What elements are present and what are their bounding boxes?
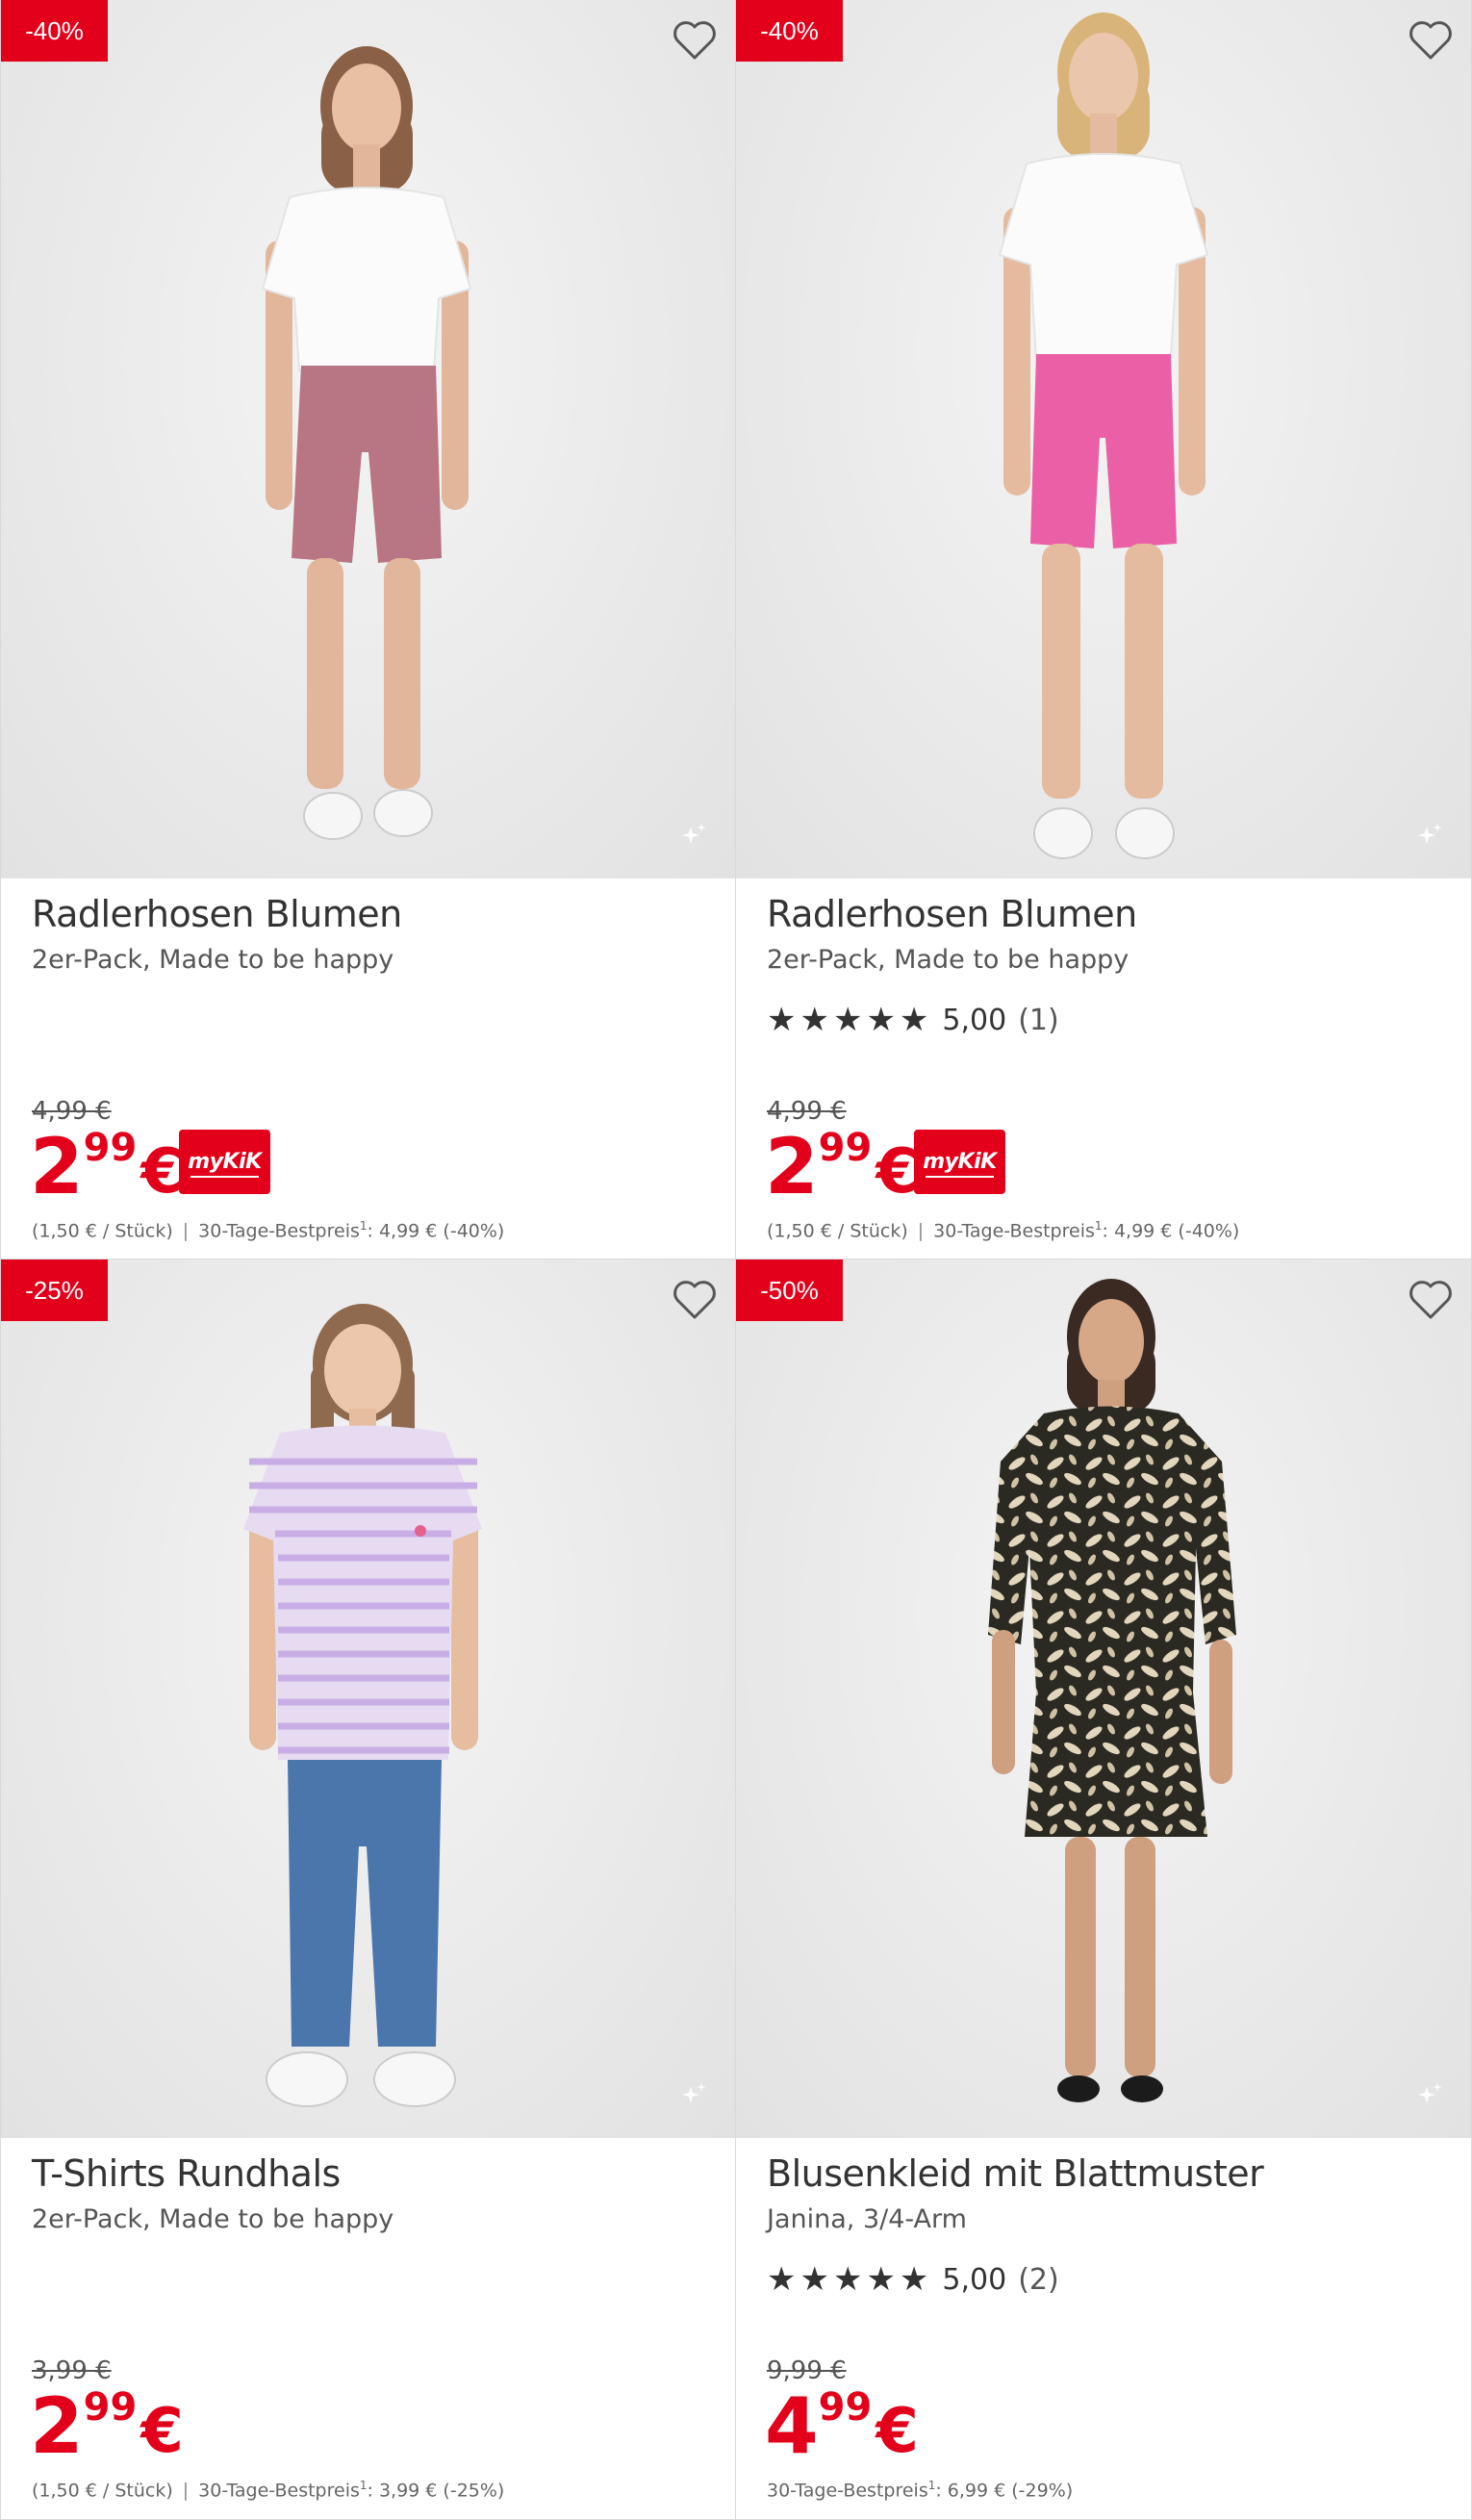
footnote-marker: 1 [359,2479,368,2492]
price-currency: € [876,2396,919,2467]
price-decimal: 99 [83,2385,138,2430]
product-subtitle: 2er-Pack, Made to be happy [767,945,1129,975]
footnote-marker: 1 [1094,1219,1103,1233]
discount-badge: -40% [1,0,108,62]
price-integer: 2 [765,1122,819,1211]
current-price: 2 99 € [30,2383,184,2470]
mykik-label: myKiK [923,1150,997,1174]
product-card[interactable]: -40% Radlerhosen Blumen 2er-Pack, Made t… [736,0,1472,1260]
current-price: 4 99 € [765,2383,919,2470]
best-price-value: : 3,99 € (-25%) [367,2480,505,2502]
heart-outline-icon[interactable] [672,19,718,62]
product-grid: -40% Radlerhosen Blumen 2er-Pack, Made t… [0,0,1472,2520]
price-currency: € [876,1136,919,1208]
product-image[interactable]: -40% [1,0,735,878]
best-price-label: 30-Tage-Bestpreis [198,1220,360,1242]
shorts [1030,354,1177,548]
product-card[interactable]: -25% T-Shirts Rundhals 2er-Pack, Made to… [0,1260,736,2520]
product-subtitle: 2er-Pack, Made to be happy [32,945,394,975]
price-decimal: 99 [818,1126,873,1170]
product-subtitle: Janina, 3/4-Arm [767,2204,967,2234]
sparkle-icon [1418,2082,1442,2103]
heart-outline-icon[interactable] [1408,1279,1454,1321]
current-price: 2 99 € [30,1124,184,1210]
product-rating[interactable]: ★★★★★ 5,00 (1) [767,1001,1059,1039]
sparkle-icon [1418,823,1442,844]
heart-outline-icon[interactable] [1408,19,1454,62]
best-price-label: 30-Tage-Bestpreis [198,2480,360,2502]
rating-count: (2) [1018,2262,1059,2297]
price-details: (1,50 € / Stück) | 30-Tage-Bestpreis1: 3,9… [32,2479,505,2502]
product-title[interactable]: Radlerhosen Blumen [767,893,1448,935]
discount-badge: -25% [1,1260,108,1321]
mykik-badge: myKiK [179,1130,270,1194]
unit-price: (1,50 € / Stück) [767,1220,908,1242]
unit-price: (1,50 € / Stück) [32,1220,173,1242]
discount-badge: -40% [736,0,843,62]
product-title[interactable]: Blusenkleid mit Blattmuster [767,2152,1448,2195]
product-card[interactable]: -40% Radlerhosen Blumen 2er-Pack, Made t… [0,0,736,1260]
sparkle-icon [682,823,706,844]
best-price-value: : 4,99 € (-40%) [367,1220,505,1242]
product-image[interactable]: -50% [736,1260,1471,2138]
product-card[interactable]: -50% Blusenkleid mit Blattmuster Janina,… [736,1260,1472,2520]
product-image[interactable]: -25% [1,1260,735,2138]
best-price-label: 30-Tage-Bestpreis [933,1220,1095,1242]
shorts [292,366,442,563]
product-subtitle: 2er-Pack, Made to be happy [32,2204,394,2234]
star-rating-icon: ★★★★★ [767,1001,933,1039]
best-price-value: : 6,99 € (-29%) [935,2480,1074,2502]
rating-value: 5,00 [942,1003,1007,1037]
price-decimal: 99 [818,2385,873,2430]
price-decimal: 99 [83,1126,138,1170]
product-title[interactable]: Radlerhosen Blumen [32,893,712,935]
rating-value: 5,00 [942,2262,1007,2297]
price-integer: 4 [765,2381,819,2471]
current-price: 2 99 € [765,1124,919,1210]
sparkle-icon [682,2082,706,2103]
product-image[interactable]: -40% [736,0,1471,878]
mykik-badge: myKiK [914,1130,1005,1194]
discount-badge: -50% [736,1260,843,1321]
price-integer: 2 [30,1122,84,1211]
heart-outline-icon[interactable] [672,1279,718,1321]
mykik-label: myKiK [188,1150,262,1174]
price-details: (1,50 € / Stück) | 30-Tage-Bestpreis1: 4,9… [32,1219,505,1242]
price-details: (1,50 € / Stück) | 30-Tage-Bestpreis1: 4,9… [767,1219,1240,1242]
product-title[interactable]: T-Shirts Rundhals [32,2152,712,2195]
price-integer: 2 [30,2381,84,2471]
best-price-label: 30-Tage-Bestpreis [767,2480,928,2502]
unit-price: (1,50 € / Stück) [32,2480,173,2502]
price-currency: € [140,2396,184,2467]
price-currency: € [140,1136,184,1208]
best-price-value: : 4,99 € (-40%) [1102,1220,1240,1242]
rating-count: (1) [1018,1003,1059,1037]
footnote-marker: 1 [359,1219,368,1233]
product-rating[interactable]: ★★★★★ 5,00 (2) [767,2260,1059,2299]
star-rating-icon: ★★★★★ [767,2260,933,2299]
price-details: 30-Tage-Bestpreis1: 6,99 € (-29%) [767,2479,1073,2501]
